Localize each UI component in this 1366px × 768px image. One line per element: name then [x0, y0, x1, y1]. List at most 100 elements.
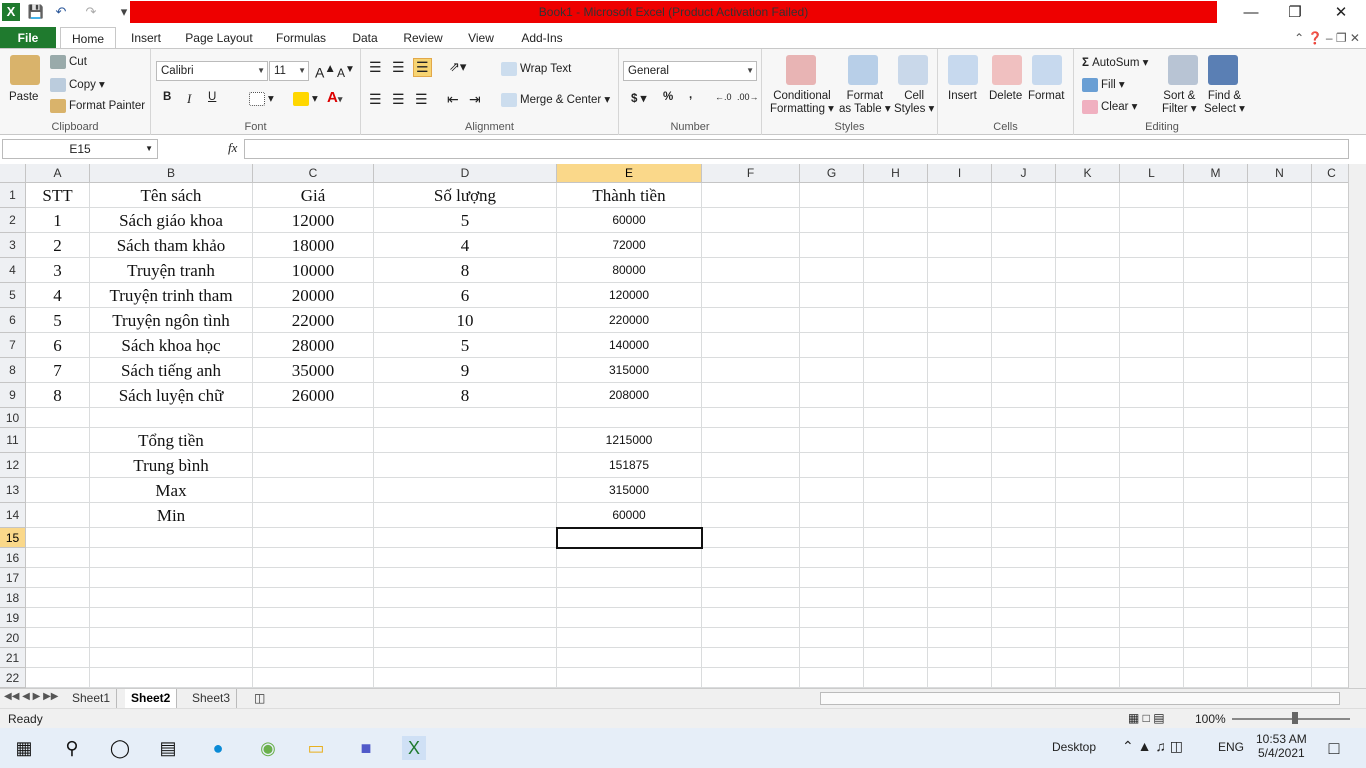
- cell[interactable]: [702, 308, 800, 333]
- cell[interactable]: 8: [374, 258, 557, 283]
- cell[interactable]: 6: [26, 333, 90, 358]
- row-header[interactable]: 1: [0, 183, 26, 208]
- cell[interactable]: [1312, 528, 1348, 548]
- column-header[interactable]: I: [928, 164, 992, 183]
- cell[interactable]: [1120, 358, 1184, 383]
- cell[interactable]: [1184, 668, 1248, 688]
- cell[interactable]: [253, 648, 374, 668]
- cell[interactable]: [1248, 608, 1312, 628]
- cell[interactable]: [702, 333, 800, 358]
- cell[interactable]: [1120, 258, 1184, 283]
- vertical-scrollbar[interactable]: [1348, 164, 1366, 688]
- cell[interactable]: [800, 358, 864, 383]
- cell[interactable]: [928, 258, 992, 283]
- shrink-font-button[interactable]: A▼: [337, 64, 355, 80]
- cell[interactable]: [1184, 588, 1248, 608]
- cell[interactable]: 4: [26, 283, 90, 308]
- cell[interactable]: [864, 408, 928, 428]
- restore-button[interactable]: ❐: [1272, 2, 1318, 24]
- cell[interactable]: [557, 668, 702, 688]
- cell[interactable]: [992, 333, 1056, 358]
- cell[interactable]: Truyện ngôn tình: [90, 308, 253, 333]
- row-header[interactable]: 10: [0, 408, 26, 428]
- cell[interactable]: [702, 208, 800, 233]
- cell[interactable]: [864, 283, 928, 308]
- cell[interactable]: [992, 648, 1056, 668]
- cell[interactable]: [1312, 333, 1348, 358]
- cell[interactable]: [1312, 428, 1348, 453]
- cell[interactable]: [1312, 258, 1348, 283]
- cell[interactable]: [1184, 333, 1248, 358]
- row-header[interactable]: 19: [0, 608, 26, 628]
- cell[interactable]: [928, 408, 992, 428]
- cell[interactable]: [928, 588, 992, 608]
- cell[interactable]: [1056, 208, 1120, 233]
- cell[interactable]: 9: [374, 358, 557, 383]
- cell[interactable]: [702, 233, 800, 258]
- row-header[interactable]: 21: [0, 648, 26, 668]
- cell[interactable]: [1056, 333, 1120, 358]
- cell[interactable]: [1120, 548, 1184, 568]
- cell[interactable]: [992, 588, 1056, 608]
- cell[interactable]: 10: [374, 308, 557, 333]
- cell[interactable]: [1184, 608, 1248, 628]
- zoom-slider[interactable]: [1232, 718, 1350, 720]
- cell[interactable]: [1248, 308, 1312, 333]
- cell[interactable]: [800, 208, 864, 233]
- cell[interactable]: [253, 478, 374, 503]
- cell[interactable]: 208000: [557, 383, 702, 408]
- cell[interactable]: [928, 648, 992, 668]
- row-header[interactable]: 12: [0, 453, 26, 478]
- cell[interactable]: [702, 283, 800, 308]
- cell[interactable]: 5: [26, 308, 90, 333]
- cell[interactable]: [864, 548, 928, 568]
- cell[interactable]: [1248, 503, 1312, 528]
- tab-review[interactable]: Review: [398, 27, 448, 49]
- cell[interactable]: [928, 528, 992, 548]
- cell[interactable]: [1120, 503, 1184, 528]
- cell[interactable]: [90, 548, 253, 568]
- cell[interactable]: [992, 283, 1056, 308]
- cell[interactable]: 22000: [253, 308, 374, 333]
- cell[interactable]: [1248, 548, 1312, 568]
- cell[interactable]: [1312, 358, 1348, 383]
- cell[interactable]: [557, 408, 702, 428]
- row-header[interactable]: 7: [0, 333, 26, 358]
- paste-button[interactable]: Paste: [9, 91, 38, 103]
- cell[interactable]: [26, 628, 90, 648]
- cell[interactable]: Sách tham khảo: [90, 233, 253, 258]
- cell[interactable]: [928, 283, 992, 308]
- cell[interactable]: [1120, 333, 1184, 358]
- column-header[interactable]: N: [1248, 164, 1312, 183]
- cell[interactable]: Max: [90, 478, 253, 503]
- cell[interactable]: [253, 588, 374, 608]
- row-header[interactable]: 15: [0, 528, 26, 548]
- cell[interactable]: [1056, 668, 1120, 688]
- cell[interactable]: [928, 358, 992, 383]
- cell[interactable]: [1312, 668, 1348, 688]
- delete-cells-button[interactable]: Delete: [989, 90, 1022, 102]
- cell[interactable]: Số lượng: [374, 183, 557, 208]
- cell[interactable]: [992, 568, 1056, 588]
- cell[interactable]: [702, 668, 800, 688]
- cell[interactable]: [1248, 648, 1312, 668]
- cell[interactable]: [800, 258, 864, 283]
- ribbon-help-icons[interactable]: ⌃ ❓ – ❐ ✕: [1260, 27, 1360, 49]
- cell[interactable]: [928, 478, 992, 503]
- cell[interactable]: [374, 568, 557, 588]
- column-header[interactable]: L: [1120, 164, 1184, 183]
- cell[interactable]: [90, 628, 253, 648]
- cell[interactable]: 8: [26, 383, 90, 408]
- row-header[interactable]: 16: [0, 548, 26, 568]
- cell[interactable]: [1184, 408, 1248, 428]
- cell[interactable]: [928, 453, 992, 478]
- cell[interactable]: [928, 208, 992, 233]
- cell[interactable]: [1184, 183, 1248, 208]
- cell[interactable]: 7: [26, 358, 90, 383]
- cell[interactable]: [992, 383, 1056, 408]
- decrease-indent-button[interactable]: ⇤: [447, 91, 459, 108]
- cell[interactable]: [992, 548, 1056, 568]
- zoom-level[interactable]: 100%: [1195, 712, 1226, 726]
- cell[interactable]: [800, 283, 864, 308]
- cell[interactable]: [374, 528, 557, 548]
